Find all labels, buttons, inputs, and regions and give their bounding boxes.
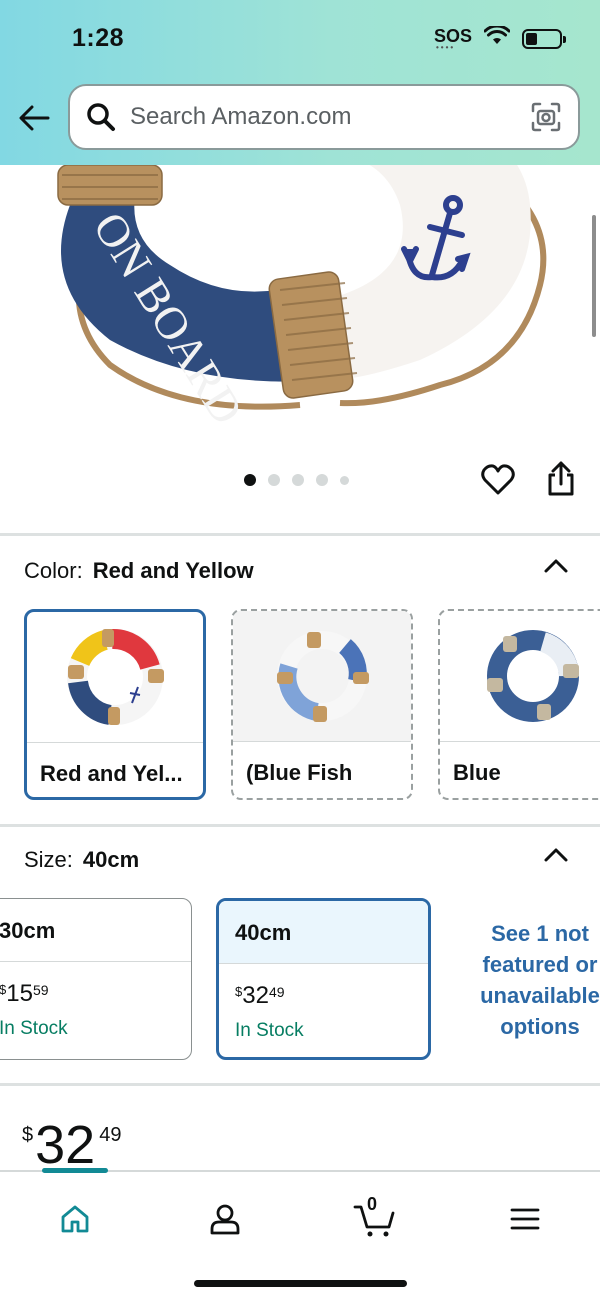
search-icon [87,103,115,131]
cart-count: 0 [367,1194,378,1214]
size-collapse-button[interactable] [542,841,570,869]
swatch-image [440,611,600,742]
bottom-nav: 0 [0,1168,600,1298]
size-option-price: $3249 [235,982,285,1009]
nav-menu[interactable] [500,1194,550,1244]
carousel-dot-active[interactable] [244,474,256,486]
size-label: Size: 40cm [24,847,140,872]
color-option-red-yellow[interactable]: Red and Yel... [24,609,206,800]
chevron-up-icon [544,559,568,573]
back-arrow-icon [19,105,50,131]
app-header: 1:28 SOS [0,0,600,165]
menu-icon [510,1208,540,1230]
home-icon [61,1205,89,1233]
share-button[interactable] [543,460,579,498]
heart-icon [481,464,515,495]
swatch-image [233,611,411,742]
status-icons: SOS [434,24,566,52]
size-option-label: 40cm [219,901,428,964]
section-divider [0,824,600,827]
size-option-label: 30cm [0,899,191,962]
section-divider [0,533,600,536]
search-input[interactable] [130,103,530,131]
nav-account[interactable] [200,1194,250,1244]
section-divider [0,1083,600,1086]
active-tab-indicator [42,1168,108,1173]
sos-indicator: SOS [434,26,472,52]
swatch-image [27,612,203,743]
stock-status: In Stock [0,1018,68,1039]
carousel-dot[interactable] [292,474,304,486]
size-option-30cm[interactable]: 30cm $1559 In Stock [0,898,192,1060]
carousel-dots[interactable] [244,474,349,486]
wifi-icon [483,24,511,51]
stock-status: In Stock [235,1020,304,1041]
color-label: Color: Red and Yellow [24,558,254,583]
scroll-indicator [592,215,596,337]
price-whole: 32 [35,1115,96,1175]
size-option-price: $1559 [0,980,49,1007]
search-bar[interactable] [68,84,580,150]
color-collapse-button[interactable] [542,552,570,580]
share-icon [548,461,574,496]
nav-cart[interactable]: 0 [350,1194,400,1244]
carousel-dot[interactable] [316,474,328,486]
color-option-label: Red and Yel... [40,761,183,786]
see-more-options-link[interactable]: See 1 not featured or unavailable option… [470,918,600,1042]
size-option-40cm[interactable]: 40cm $3249 In Stock [216,898,431,1060]
chevron-up-icon [544,848,568,862]
account-icon [210,1204,240,1235]
home-gesture-bar [194,1280,407,1287]
color-option-blue-fish[interactable]: (Blue Fish [231,609,413,800]
battery-icon [522,28,566,49]
status-time: 1:28 [72,24,125,52]
price-currency: $ [22,1124,34,1146]
product-image[interactable]: ON BOARD [0,165,600,445]
back-button[interactable] [16,100,52,136]
favorite-button[interactable] [480,462,516,498]
color-option-label: Blue [453,760,501,785]
camera-scan-icon[interactable] [530,101,562,133]
carousel-dot[interactable] [340,475,349,485]
product-price: $ 32 49 [22,1118,121,1172]
size-selected-value: 40cm [82,847,140,872]
color-option-label: (Blue Fish [246,760,353,785]
nav-home[interactable] [50,1194,100,1244]
carousel-dot[interactable] [268,474,280,486]
color-option-blue[interactable]: Blue [438,609,600,800]
price-fraction: 49 [99,1124,122,1146]
color-selected-value: Red and Yellow [92,558,254,583]
